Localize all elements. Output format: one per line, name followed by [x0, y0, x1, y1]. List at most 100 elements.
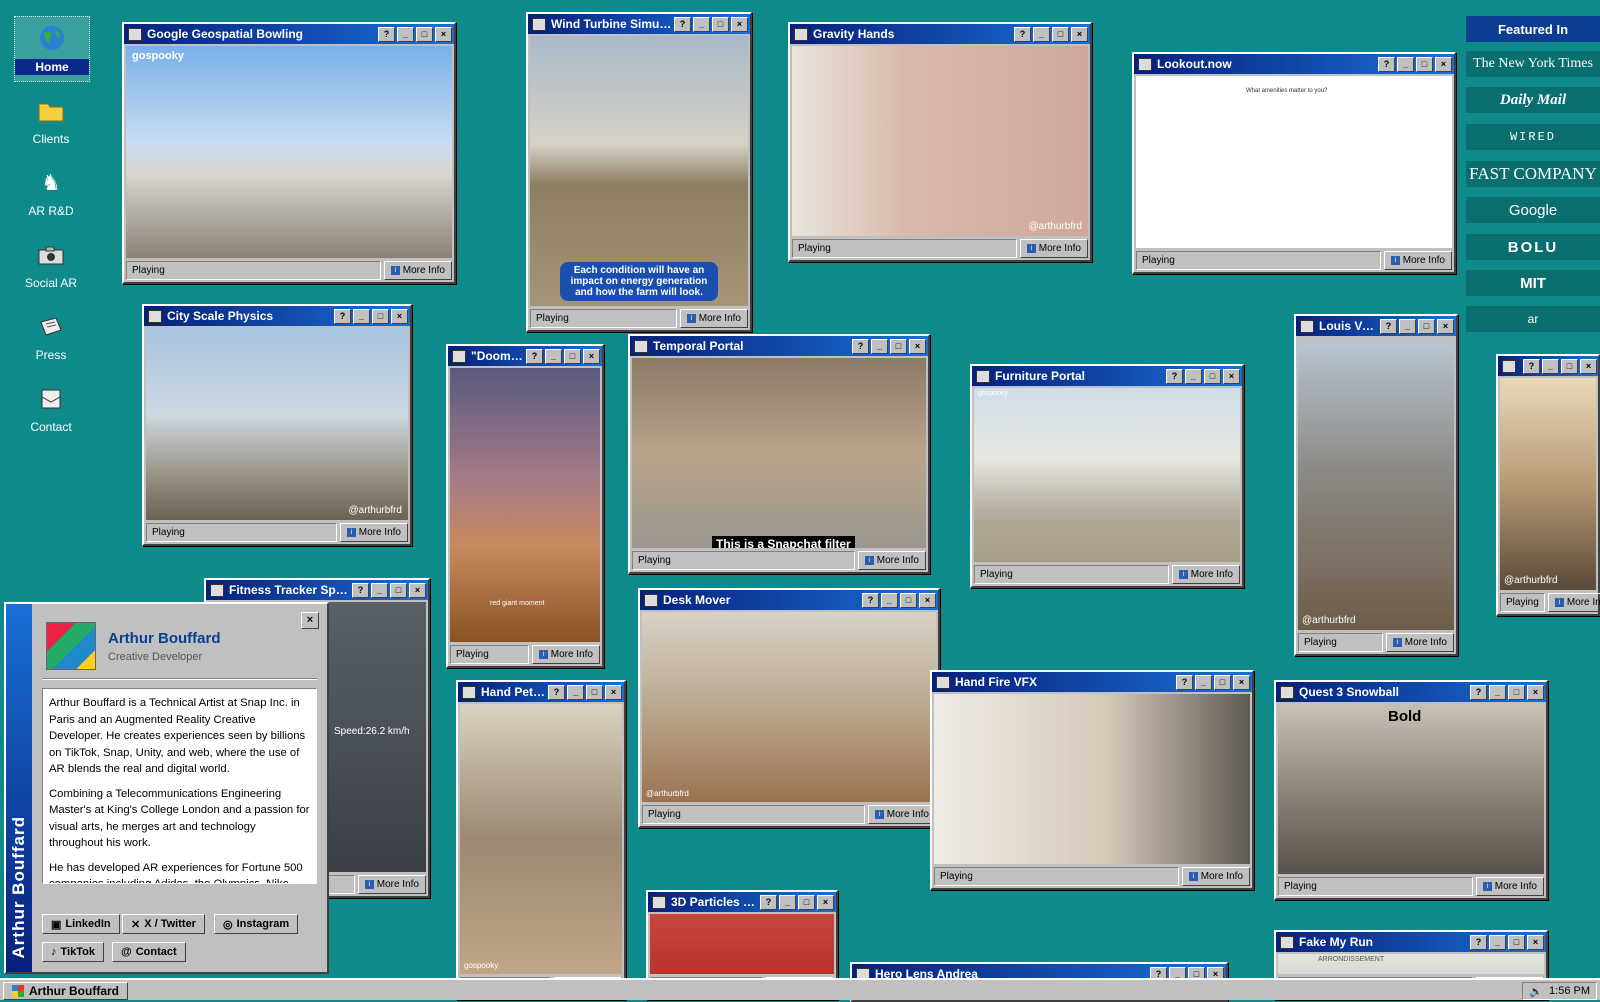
- close-button[interactable]: ×: [909, 338, 926, 354]
- app-window[interactable]: Hand Fire VFX ? _ □ × Playing i More Info: [930, 670, 1254, 890]
- window-video-preview[interactable]: ARRONDISSEMENT: [1278, 954, 1544, 974]
- minimize-button[interactable]: _: [881, 592, 898, 608]
- window-video-preview[interactable]: [934, 694, 1250, 864]
- minimize-button[interactable]: _: [1033, 26, 1050, 42]
- contact-button[interactable]: @ Contact: [112, 942, 186, 962]
- close-button[interactable]: ×: [731, 16, 748, 32]
- profile-close-button[interactable]: ×: [301, 612, 319, 629]
- help-button[interactable]: ?: [1378, 56, 1395, 72]
- app-window[interactable]: Gravity Hands ? _ □ × @arthurbfrd Playin…: [788, 22, 1092, 262]
- help-button[interactable]: ?: [378, 26, 395, 42]
- maximize-button[interactable]: □: [416, 26, 433, 42]
- close-button[interactable]: ×: [605, 684, 622, 700]
- close-button[interactable]: ×: [409, 582, 426, 598]
- help-button[interactable]: ?: [548, 684, 565, 700]
- window-titlebar[interactable]: Louis Vuit... ? _ □ ×: [1296, 316, 1456, 336]
- profile-bio[interactable]: Arthur Bouffard is a Technical Artist at…: [42, 688, 317, 884]
- window-titlebar[interactable]: Hand Fire VFX ? _ □ ×: [932, 672, 1252, 692]
- maximize-button[interactable]: □: [1204, 368, 1221, 384]
- maximize-button[interactable]: □: [564, 348, 581, 364]
- minimize-button[interactable]: _: [567, 684, 584, 700]
- desktop-icon-press[interactable]: Press: [14, 312, 88, 362]
- window-video-preview[interactable]: gospooky: [460, 704, 622, 974]
- featured-item-wired[interactable]: WIRED: [1466, 124, 1600, 150]
- maximize-button[interactable]: □: [372, 308, 389, 324]
- window-titlebar[interactable]: Fitness Tracker Spec... ? _ □ ×: [206, 580, 428, 600]
- tiktok-button[interactable]: ♪ TikTok: [42, 942, 104, 962]
- more-info-button[interactable]: iMore Info: [1383, 251, 1452, 270]
- desktop-icon-ar-rd[interactable]: ♞ AR R&D: [14, 168, 88, 218]
- window-titlebar[interactable]: Google Geospatial Bowling ? _ □ ×: [124, 24, 454, 44]
- more-info-button[interactable]: iMore Info: [1385, 633, 1454, 652]
- app-window[interactable]: Piaget Emp... ? _ □ × @arthurbfrd Playin…: [1496, 354, 1600, 616]
- minimize-button[interactable]: _: [353, 308, 370, 324]
- minimize-button[interactable]: _: [1399, 318, 1416, 334]
- window-video-preview[interactable]: @arthurbfrd: [642, 612, 936, 802]
- window-video-preview[interactable]: @arthurbfrd: [1298, 338, 1454, 630]
- more-info-button[interactable]: iMore Info: [357, 875, 426, 894]
- minimize-button[interactable]: _: [1542, 358, 1559, 374]
- desktop-icon-clients[interactable]: Clients: [14, 96, 88, 146]
- window-video-preview[interactable]: gospooky: [126, 46, 452, 258]
- more-info-button[interactable]: iMore Info: [531, 645, 600, 664]
- app-window[interactable]: Wind Turbine Simula... ? _ □ × Each cond…: [526, 12, 752, 332]
- minimize-button[interactable]: _: [545, 348, 562, 364]
- more-info-button[interactable]: iMore Info: [679, 309, 748, 328]
- close-button[interactable]: ×: [1527, 684, 1544, 700]
- close-button[interactable]: ×: [1223, 368, 1240, 384]
- speaker-icon[interactable]: 🔈: [1529, 985, 1543, 998]
- window-video-preview[interactable]: gospooky: [974, 388, 1240, 562]
- more-info-button[interactable]: iMore Info: [339, 523, 408, 542]
- featured-item-google[interactable]: Google: [1466, 197, 1600, 223]
- app-window[interactable]: Quest 3 Snowball ? _ □ × Bold Playing iM…: [1274, 680, 1548, 900]
- more-info-button[interactable]: iMore Info: [1181, 867, 1250, 886]
- help-button[interactable]: ?: [1176, 674, 1193, 690]
- close-button[interactable]: ×: [919, 592, 936, 608]
- minimize-button[interactable]: _: [1397, 56, 1414, 72]
- close-button[interactable]: ×: [1435, 56, 1452, 72]
- minimize-button[interactable]: _: [371, 582, 388, 598]
- featured-item-ar[interactable]: ar: [1466, 306, 1600, 332]
- maximize-button[interactable]: □: [712, 16, 729, 32]
- more-info-button[interactable]: iMore Info: [1171, 565, 1240, 584]
- twitter-button[interactable]: ✕ X / Twitter: [122, 914, 205, 934]
- window-video-preview[interactable]: @arthurbfrd: [1500, 378, 1596, 590]
- window-titlebar[interactable]: 3D Particles D... ? _ □ ×: [648, 892, 836, 912]
- maximize-button[interactable]: □: [390, 582, 407, 598]
- featured-item-bolu[interactable]: BOLU: [1466, 234, 1600, 260]
- maximize-button[interactable]: □: [900, 592, 917, 608]
- help-button[interactable]: ?: [1166, 368, 1183, 384]
- window-titlebar[interactable]: Furniture Portal ? _ □ ×: [972, 366, 1242, 386]
- minimize-button[interactable]: _: [871, 338, 888, 354]
- app-window[interactable]: Lookout.now ? _ □ × What amenities matte…: [1132, 52, 1456, 274]
- desktop-icon-contact[interactable]: Contact: [14, 384, 88, 434]
- help-button[interactable]: ?: [760, 894, 777, 910]
- desktop-icon-social-ar[interactable]: Social AR: [14, 240, 88, 290]
- featured-item-daily-mail[interactable]: Daily Mail: [1466, 87, 1600, 113]
- help-button[interactable]: ?: [1523, 358, 1540, 374]
- close-button[interactable]: ×: [1437, 318, 1454, 334]
- help-button[interactable]: ?: [674, 16, 691, 32]
- close-button[interactable]: ×: [583, 348, 600, 364]
- close-button[interactable]: ×: [1527, 934, 1544, 950]
- minimize-button[interactable]: _: [1489, 934, 1506, 950]
- window-titlebar[interactable]: Lookout.now ? _ □ ×: [1134, 54, 1454, 74]
- app-window[interactable]: Temporal Portal ? _ □ × This is a Snapch…: [628, 334, 930, 574]
- help-button[interactable]: ?: [1470, 684, 1487, 700]
- window-titlebar[interactable]: "Doome... ? _ □ ×: [448, 346, 602, 366]
- linkedin-button[interactable]: ▣ LinkedIn: [42, 914, 120, 934]
- window-titlebar[interactable]: Desk Mover ? _ □ ×: [640, 590, 938, 610]
- more-info-button[interactable]: iMore Info: [1475, 877, 1544, 896]
- maximize-button[interactable]: □: [1561, 358, 1578, 374]
- close-button[interactable]: ×: [1071, 26, 1088, 42]
- minimize-button[interactable]: _: [1489, 684, 1506, 700]
- maximize-button[interactable]: □: [890, 338, 907, 354]
- help-button[interactable]: ?: [1014, 26, 1031, 42]
- featured-item-fast-company[interactable]: FAST COMPANY: [1466, 161, 1600, 187]
- maximize-button[interactable]: □: [1052, 26, 1069, 42]
- app-window[interactable]: Google Geospatial Bowling ? _ □ × gospoo…: [122, 22, 456, 284]
- window-video-preview[interactable]: @arthurbfrd: [146, 328, 408, 520]
- close-button[interactable]: ×: [1580, 358, 1597, 374]
- desktop-icon-home[interactable]: Home: [14, 16, 90, 82]
- window-titlebar[interactable]: Quest 3 Snowball ? _ □ ×: [1276, 682, 1546, 702]
